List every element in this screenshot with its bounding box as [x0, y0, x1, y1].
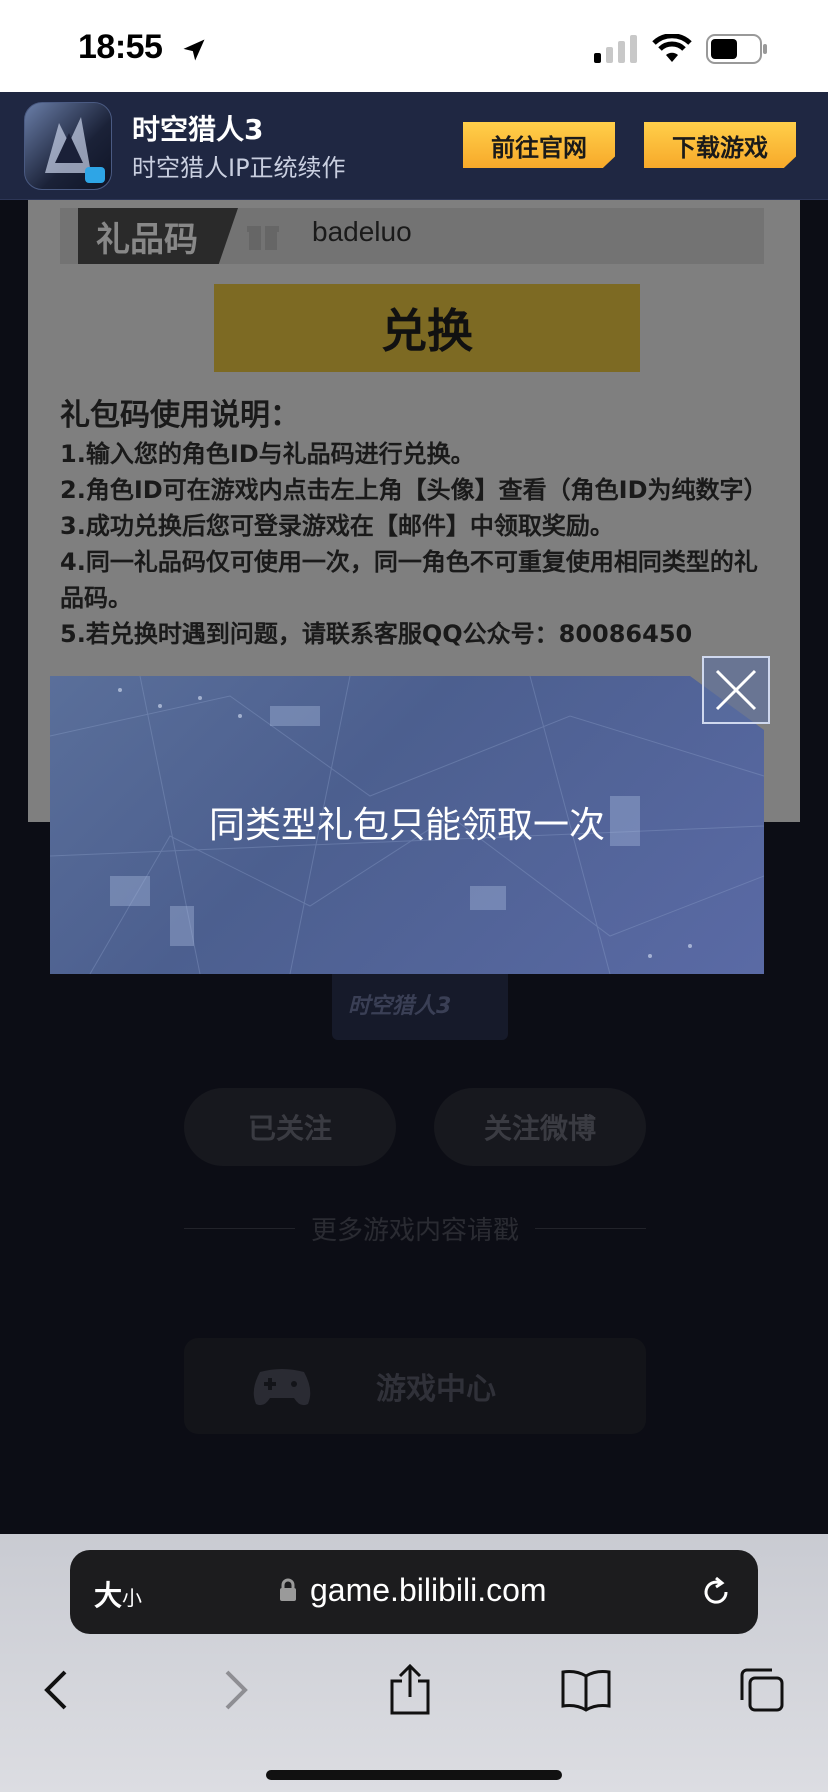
share-icon	[390, 1663, 430, 1715]
modal-message: 同类型礼包只能领取一次	[208, 805, 605, 846]
url-text: game.bilibili.com	[310, 1572, 547, 1608]
browser-toolbar: 大小 game.bilibili.com	[0, 1534, 828, 1792]
modal-close-button[interactable]	[702, 656, 770, 724]
lock-icon	[280, 1578, 296, 1601]
forward-button[interactable]	[206, 1660, 266, 1720]
tabs-icon	[740, 1668, 784, 1712]
game-logo-icon	[45, 117, 105, 183]
text-size-small: 小	[122, 1586, 143, 1610]
bookmarks-button[interactable]	[556, 1660, 616, 1720]
address-bar[interactable]: 大小 game.bilibili.com	[70, 1550, 758, 1634]
download-game-button[interactable]: 下载游戏	[644, 122, 796, 168]
tabs-button[interactable]	[732, 1660, 792, 1720]
app-subtitle: 时空猎人IP正统续作	[132, 154, 346, 182]
book-icon	[561, 1670, 611, 1712]
status-indicators	[594, 34, 768, 64]
back-button[interactable]	[26, 1660, 86, 1720]
official-site-button[interactable]: 前往官网	[463, 122, 615, 168]
home-indicator	[266, 1770, 562, 1780]
chevron-right-icon	[225, 1670, 248, 1710]
alert-modal: 同类型礼包只能领取一次	[50, 676, 764, 974]
browser-nav	[0, 1660, 828, 1740]
text-size-button[interactable]: 大小	[94, 1574, 142, 1614]
text-size-big: 大	[94, 1579, 123, 1612]
signal-icon	[594, 35, 637, 63]
location-arrow-icon	[183, 39, 205, 61]
app-download-banner: 时空猎人3 时空猎人IP正统续作 前往官网 下载游戏	[0, 92, 828, 200]
status-bar: 18:55	[0, 0, 828, 92]
chevron-left-icon	[44, 1670, 67, 1710]
app-name: 时空猎人3	[132, 113, 264, 146]
close-icon	[715, 669, 757, 711]
app-icon[interactable]	[24, 102, 112, 190]
reload-icon[interactable]	[698, 1574, 734, 1610]
wifi-icon	[652, 34, 692, 62]
status-time: 18:55	[78, 28, 163, 66]
battery-icon	[706, 34, 767, 64]
share-button[interactable]	[380, 1660, 440, 1720]
